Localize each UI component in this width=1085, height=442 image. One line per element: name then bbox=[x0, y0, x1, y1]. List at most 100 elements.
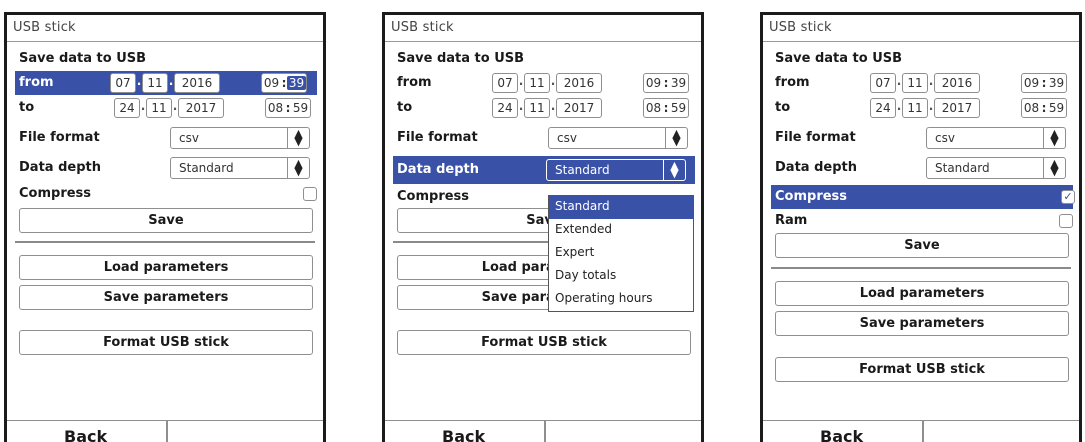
from-hour-field[interactable]: 09 bbox=[1022, 76, 1041, 90]
dropdown-option-day-totals[interactable]: Day totals bbox=[549, 265, 693, 288]
from-hour-field[interactable]: 09 bbox=[644, 76, 663, 90]
to-month-field[interactable]: 11 bbox=[146, 98, 172, 118]
from-label: from bbox=[775, 75, 810, 90]
file-format-value: csv bbox=[557, 131, 577, 145]
data-depth-value: Standard bbox=[555, 163, 610, 177]
section-heading: Save data to USB bbox=[775, 47, 1069, 71]
file-format-row[interactable]: File format csv ▲ ▼ bbox=[19, 126, 313, 150]
usb-screen-3: USB stick Save data to USB from 07 . 11 … bbox=[760, 12, 1082, 442]
to-row[interactable]: to 24 . 11 . 2017 08 : 59 bbox=[397, 96, 691, 120]
file-format-row[interactable]: File format csv ▲ ▼ bbox=[397, 126, 691, 150]
screen-title: USB stick bbox=[7, 15, 323, 42]
data-depth-select[interactable]: Standard ▲ ▼ bbox=[170, 157, 310, 179]
ram-row[interactable]: Ram bbox=[775, 209, 1073, 233]
file-format-select[interactable]: csv ▲ ▼ bbox=[926, 127, 1066, 149]
from-minute-field[interactable]: 39 bbox=[669, 76, 688, 90]
data-depth-select[interactable]: Standard ▲ ▼ bbox=[926, 157, 1066, 179]
softkey-right[interactable] bbox=[545, 420, 701, 442]
format-usb-button[interactable]: Format USB stick bbox=[775, 357, 1069, 382]
to-day-field[interactable]: 24 bbox=[114, 98, 140, 118]
back-button[interactable]: Back bbox=[763, 420, 923, 442]
compress-row[interactable]: Compress bbox=[19, 182, 317, 206]
from-time-field[interactable]: 09 : 39 bbox=[261, 73, 307, 93]
from-time-field[interactable]: 09 : 39 bbox=[643, 73, 689, 93]
from-label: from bbox=[19, 75, 54, 90]
format-usb-button[interactable]: Format USB stick bbox=[397, 330, 691, 355]
from-time-field[interactable]: 09 : 39 bbox=[1021, 73, 1067, 93]
to-day-field[interactable]: 24 bbox=[870, 98, 896, 118]
to-row[interactable]: to 24 . 11 . 2017 08 : 59 bbox=[19, 96, 313, 120]
file-format-row[interactable]: File format csv ▲ ▼ bbox=[775, 126, 1069, 150]
load-parameters-button[interactable]: Load parameters bbox=[19, 255, 313, 280]
to-year-field[interactable]: 2017 bbox=[178, 98, 224, 118]
section-heading: Save data to USB bbox=[397, 47, 691, 71]
data-depth-row[interactable]: Data depth Standard ▲ ▼ bbox=[393, 156, 695, 184]
to-month-field[interactable]: 11 bbox=[524, 98, 550, 118]
save-button[interactable]: Save bbox=[19, 208, 313, 233]
to-hour-field[interactable]: 08 bbox=[266, 101, 285, 115]
format-usb-button[interactable]: Format USB stick bbox=[19, 330, 313, 355]
divider bbox=[771, 267, 1071, 269]
to-minute-field[interactable]: 59 bbox=[291, 101, 310, 115]
to-time-field[interactable]: 08 : 59 bbox=[1021, 98, 1067, 118]
to-minute-field[interactable]: 59 bbox=[669, 101, 688, 115]
to-day-field[interactable]: 24 bbox=[492, 98, 518, 118]
data-depth-row[interactable]: Data depth Standard ▲ ▼ bbox=[19, 156, 313, 180]
data-depth-row[interactable]: Data depth Standard ▲ ▼ bbox=[775, 156, 1069, 180]
to-year-field[interactable]: 2017 bbox=[934, 98, 980, 118]
compress-checkbox[interactable] bbox=[303, 187, 317, 201]
compress-row[interactable]: Compress ✓ bbox=[771, 185, 1075, 209]
to-year-field[interactable]: 2017 bbox=[556, 98, 602, 118]
dropdown-option-standard[interactable]: Standard bbox=[549, 196, 693, 219]
ram-checkbox[interactable] bbox=[1059, 214, 1073, 228]
to-month-field[interactable]: 11 bbox=[902, 98, 928, 118]
from-row[interactable]: from 07 . 11 . 2016 09 : 39 bbox=[775, 71, 1069, 95]
save-parameters-button[interactable]: Save parameters bbox=[19, 285, 313, 310]
to-time-field[interactable]: 08 : 59 bbox=[643, 98, 689, 118]
from-day-field[interactable]: 07 bbox=[870, 73, 896, 93]
save-button[interactable]: Save bbox=[775, 233, 1069, 258]
to-minute-field[interactable]: 59 bbox=[1047, 101, 1066, 115]
back-button[interactable]: Back bbox=[7, 420, 167, 442]
section-title: Save data to USB bbox=[397, 51, 525, 66]
from-year-field[interactable]: 2016 bbox=[174, 73, 220, 93]
file-format-value: csv bbox=[179, 131, 199, 145]
to-hour-field[interactable]: 08 bbox=[1022, 101, 1041, 115]
dropdown-option-operating-hours[interactable]: Operating hours bbox=[549, 288, 693, 311]
to-time-field[interactable]: 08 : 59 bbox=[265, 98, 311, 118]
data-depth-value: Standard bbox=[935, 161, 990, 175]
to-hour-field[interactable]: 08 bbox=[644, 101, 663, 115]
to-label: to bbox=[19, 100, 35, 115]
from-month-field[interactable]: 11 bbox=[142, 73, 168, 93]
compress-label: Compress bbox=[775, 189, 848, 204]
screen-title: USB stick bbox=[385, 15, 701, 42]
from-day-field[interactable]: 07 bbox=[492, 73, 518, 93]
to-row[interactable]: to 24 . 11 . 2017 08 : 59 bbox=[775, 96, 1069, 120]
dropdown-option-expert[interactable]: Expert bbox=[549, 242, 693, 265]
updown-arrow-icon: ▲ ▼ bbox=[287, 128, 309, 148]
from-year-field[interactable]: 2016 bbox=[556, 73, 602, 93]
to-label: to bbox=[397, 100, 413, 115]
section-title: Save data to USB bbox=[775, 51, 903, 66]
softkey-right[interactable] bbox=[167, 420, 323, 442]
from-hour-field[interactable]: 09 bbox=[262, 76, 281, 90]
back-button[interactable]: Back bbox=[385, 420, 545, 442]
from-day-field[interactable]: 07 bbox=[110, 73, 136, 93]
file-format-select[interactable]: csv ▲ ▼ bbox=[170, 127, 310, 149]
from-year-field[interactable]: 2016 bbox=[934, 73, 980, 93]
from-month-field[interactable]: 11 bbox=[902, 73, 928, 93]
load-parameters-button[interactable]: Load parameters bbox=[775, 281, 1069, 306]
dropdown-option-extended[interactable]: Extended bbox=[549, 219, 693, 242]
from-row[interactable]: from 07 . 11 . 2016 09 : 39 bbox=[15, 71, 317, 95]
data-depth-select[interactable]: Standard ▲ ▼ bbox=[546, 159, 686, 181]
data-depth-value: Standard bbox=[179, 161, 234, 175]
from-minute-field[interactable]: 39 bbox=[1047, 76, 1066, 90]
ram-label: Ram bbox=[775, 213, 808, 228]
save-parameters-button[interactable]: Save parameters bbox=[775, 311, 1069, 336]
from-minute-field[interactable]: 39 bbox=[287, 76, 306, 90]
from-row[interactable]: from 07 . 11 . 2016 09 : 39 bbox=[397, 71, 691, 95]
from-month-field[interactable]: 11 bbox=[524, 73, 550, 93]
file-format-select[interactable]: csv ▲ ▼ bbox=[548, 127, 688, 149]
checkmark-icon[interactable]: ✓ bbox=[1061, 190, 1075, 204]
softkey-right[interactable] bbox=[923, 420, 1079, 442]
